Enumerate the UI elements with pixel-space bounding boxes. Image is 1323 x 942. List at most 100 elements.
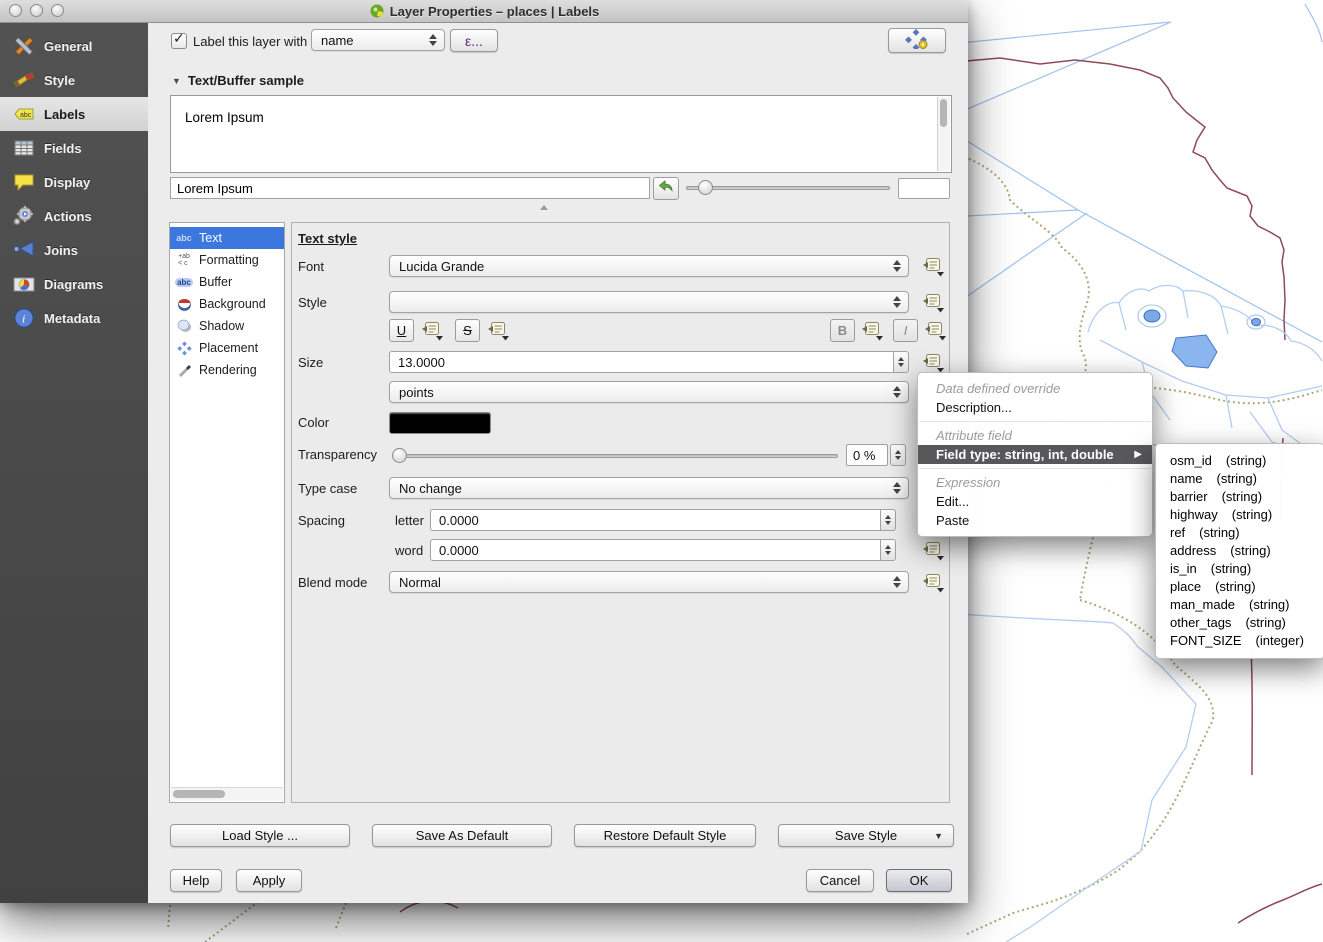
stepper-arrows-icon[interactable] [893,351,909,373]
field-menu-item-is-in[interactable]: is_in(string) [1156,560,1323,578]
sidebar-item-actions[interactable]: Actions [0,199,148,233]
tab-rendering[interactable]: Rendering [170,359,284,381]
tab-shadow[interactable]: Shadow [170,315,284,337]
tab-buffer[interactable]: abc Buffer [170,271,284,293]
field-menu-item-font-size[interactable]: FONT_SIZE(integer) [1156,632,1323,650]
ok-button[interactable]: OK [886,869,952,892]
field-menu-item-highway[interactable]: highway(string) [1156,506,1323,524]
select-arrows-icon [893,296,901,308]
transparency-label: Transparency [298,447,377,462]
text-color-swatch[interactable] [389,412,491,434]
label-field-select[interactable]: name [311,29,445,51]
menu-item-field-type[interactable]: Field type: string, int, double ▶ [918,445,1152,464]
transparency-slider[interactable] [392,454,838,458]
data-defined-icon [421,321,444,341]
tab-placement[interactable]: Placement [170,337,284,359]
label-layer-checkbox[interactable]: ✓ [171,33,187,49]
label-layer-label: Label this layer with [193,34,307,49]
help-button[interactable]: Help [170,869,222,892]
color-label: Color [298,415,329,430]
field-menu-item-osm-id[interactable]: osm_id(string) [1156,452,1323,470]
italic-data-defined-button[interactable] [921,319,949,342]
tab-text[interactable]: abc Text [170,227,284,249]
sidebar-item-labels[interactable]: abc Labels [0,97,148,131]
field-menu-item-place[interactable]: place(string) [1156,578,1323,596]
reset-sample-button[interactable] [653,177,679,200]
window-titlebar[interactable]: Layer Properties – places | Labels [0,0,968,23]
placement-engine-button[interactable] [888,28,946,53]
spacing-letter-label: letter [395,513,424,528]
blend-mode-data-defined-button[interactable] [919,571,947,594]
style-data-defined-button[interactable] [919,291,947,314]
placement-icon [174,341,194,356]
size-data-defined-button[interactable] [919,351,947,374]
field-menu-item-barrier[interactable]: barrier(string) [1156,488,1323,506]
sidebar-item-label: General [44,39,92,54]
blend-mode-select[interactable]: Normal [389,571,909,593]
italic-button[interactable]: I [893,319,918,342]
size-spinbox[interactable]: 13.0000 [389,351,909,373]
tab-background[interactable]: Background [170,293,284,315]
preview-scrollbar-thumb[interactable] [940,99,947,127]
sidebar-item-display[interactable]: Display [0,165,148,199]
transparency-stepper[interactable] [890,444,906,466]
field-menu-item-name[interactable]: name(string) [1156,470,1323,488]
word-spacing-data-defined-button[interactable] [919,539,947,562]
save-as-default-button[interactable]: Save As Default [372,824,552,847]
sidebar-item-joins[interactable]: Joins [0,233,148,267]
transparency-value-box[interactable]: 0 % [846,444,888,466]
word-spacing-spinbox[interactable]: 0.0000 [430,539,896,561]
load-style-button[interactable]: Load Style ... [170,824,350,847]
bold-button[interactable]: B [830,319,855,342]
field-menu-item-other-tags[interactable]: other_tags(string) [1156,614,1323,632]
data-defined-icon [922,353,945,373]
dropdown-arrow-icon: ▼ [934,831,943,841]
letter-spacing-spinbox[interactable]: 0.0000 [430,509,896,531]
sample-size-value-box[interactable] [898,178,950,199]
size-unit-select[interactable]: points [389,381,909,403]
style-label: Style [298,295,327,310]
sample-text-input[interactable] [170,177,650,199]
font-data-defined-button[interactable] [919,255,947,278]
cancel-button[interactable]: Cancel [806,869,874,892]
tab-list-scrollbar-thumb[interactable] [173,790,225,798]
field-menu-item-address[interactable]: address(string) [1156,542,1323,560]
speech-bubble-icon [12,170,36,194]
sidebar-item-label: Fields [44,141,82,156]
menu-item-edit[interactable]: Edit... [918,492,1152,511]
transparency-slider-thumb[interactable] [392,448,407,463]
style-select[interactable] [389,291,909,313]
sidebar-item-diagrams[interactable]: Diagrams [0,267,148,301]
bold-data-defined-button[interactable] [858,319,886,342]
stepper-arrows-icon[interactable] [880,509,896,531]
font-select[interactable]: Lucida Grande [389,255,909,277]
field-menu-item-man-made[interactable]: man_made(string) [1156,596,1323,614]
expression-builder-button[interactable]: ε... [450,29,498,52]
field-menu-item-ref[interactable]: ref(string) [1156,524,1323,542]
stepper-arrows-icon[interactable] [880,539,896,561]
svg-text:i: i [22,312,25,326]
sidebar-item-fields[interactable]: Fields [0,131,148,165]
strikeout-data-defined-button[interactable] [484,319,512,342]
type-case-select[interactable]: No change [389,477,909,499]
menu-item-description[interactable]: Description... [918,398,1152,417]
sample-size-slider[interactable] [686,186,890,190]
preview-scrollbar[interactable] [937,97,950,171]
restore-default-style-button[interactable]: Restore Default Style [574,824,756,847]
apply-button[interactable]: Apply [236,869,302,892]
sample-size-slider-thumb[interactable] [698,180,713,195]
splitter-handle[interactable] [540,205,548,210]
sample-section-header[interactable]: ▼ Text/Buffer sample [172,73,304,88]
sidebar-item-style[interactable]: Style [0,63,148,97]
underline-button[interactable]: U [389,319,414,342]
strikeout-button[interactable]: S [455,319,480,342]
sidebar-item-metadata[interactable]: i Metadata [0,301,148,335]
tab-formatting[interactable]: +ab< c Formatting [170,249,284,271]
gear-icon [12,204,36,228]
menu-item-paste[interactable]: Paste [918,511,1152,530]
tab-list-scrollbar[interactable] [171,787,283,801]
save-style-button[interactable]: Save Style ▼ [778,824,954,847]
formatting-icon: +ab< c [174,253,194,268]
sidebar-item-general[interactable]: General [0,29,148,63]
underline-data-defined-button[interactable] [418,319,446,342]
